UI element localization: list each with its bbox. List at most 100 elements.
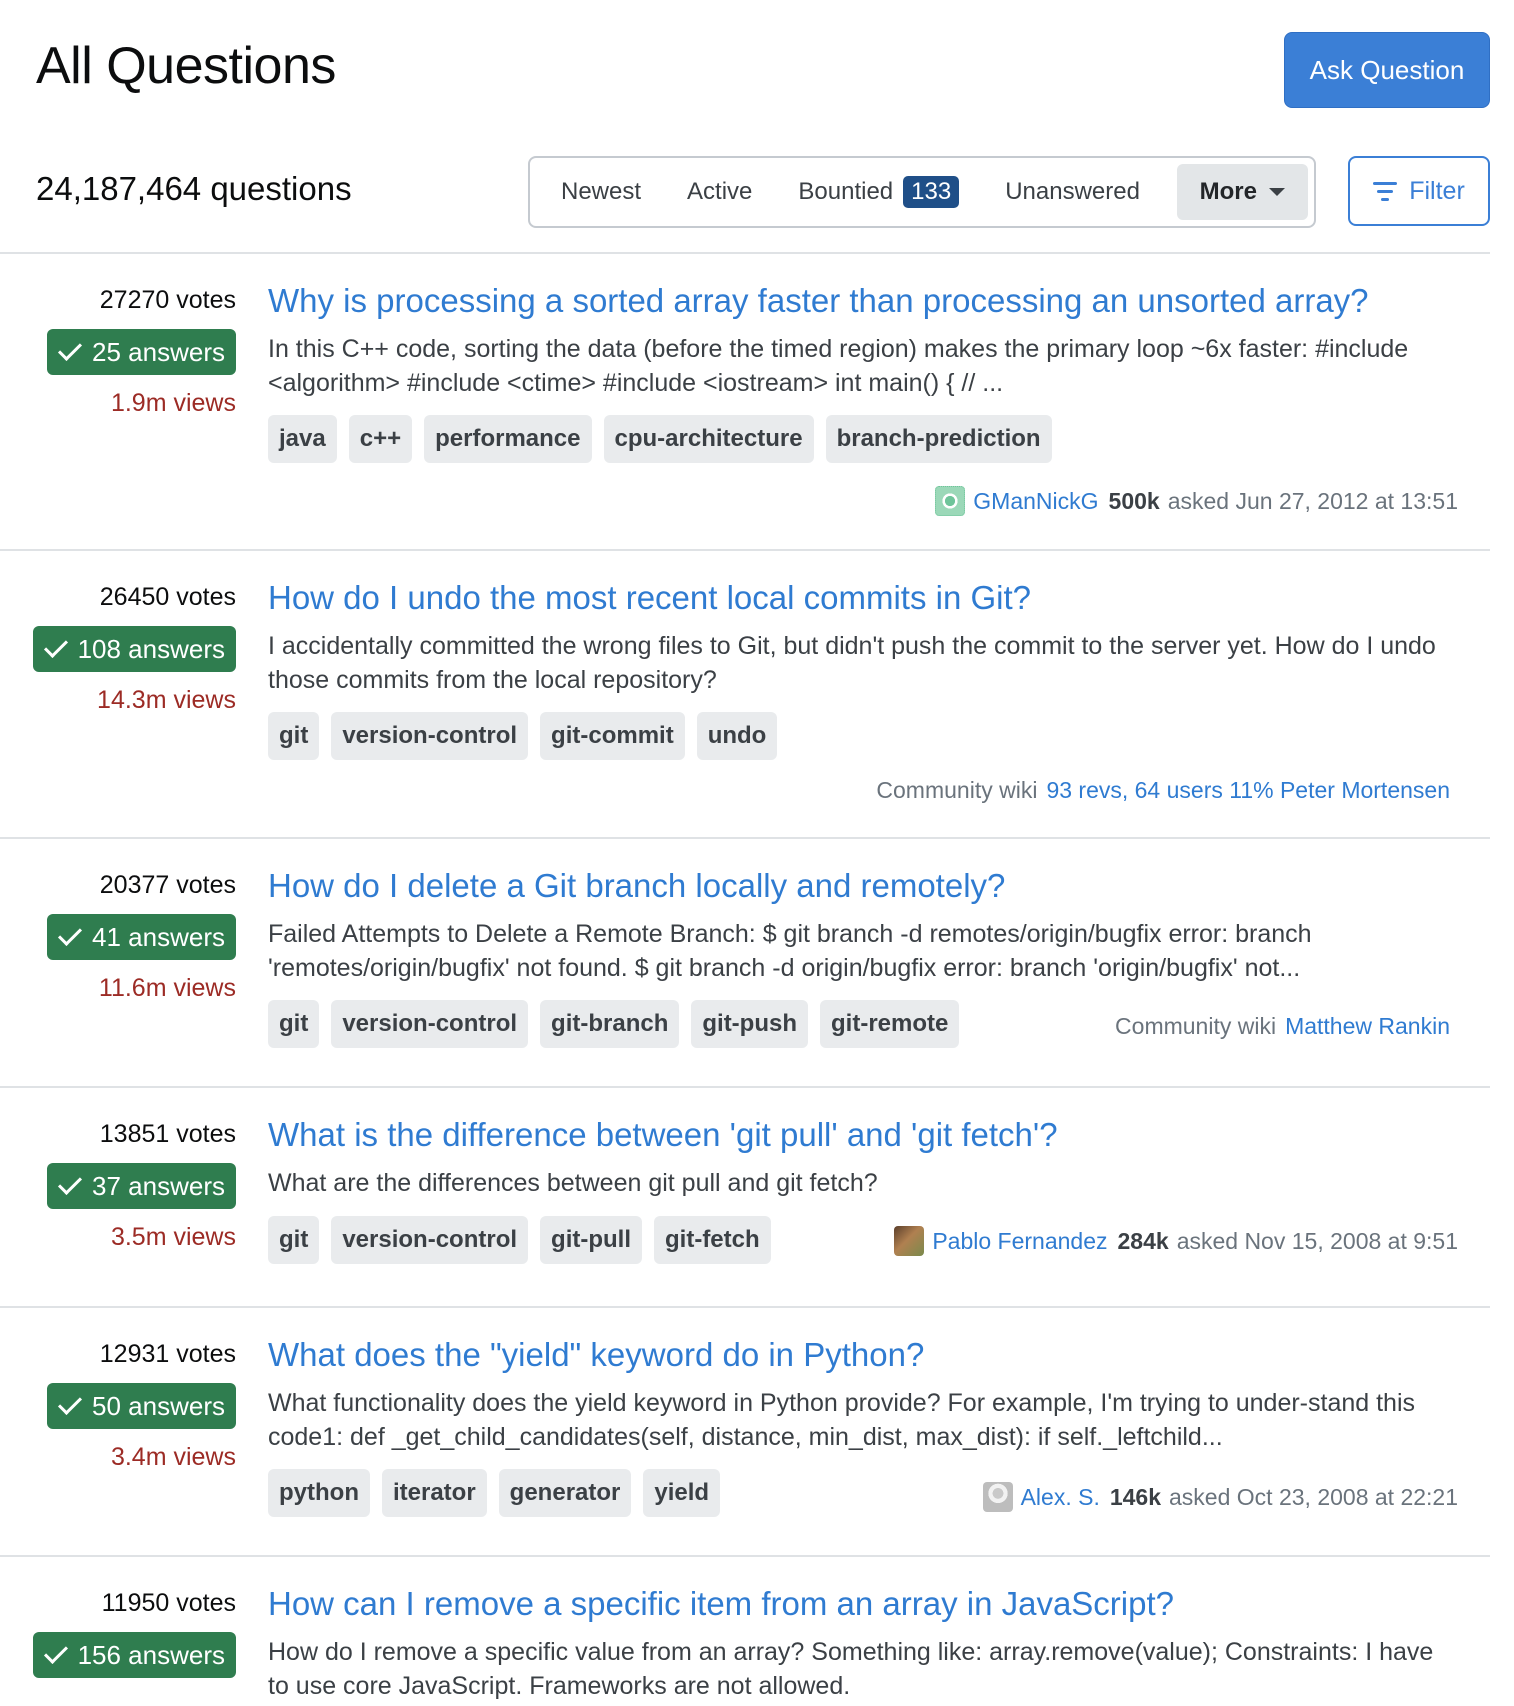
tag[interactable]: generator [498, 1469, 632, 1517]
asked-time: asked Nov 15, 2008 at 9:51 [1176, 1227, 1458, 1254]
question-title-link[interactable]: How do I undo the most recent local comm… [268, 579, 1031, 617]
question-stats: 27270 votes 25 answers 1.9m views [47, 286, 236, 418]
question-title-link[interactable]: What does the "yield" keyword do in Pyth… [268, 1336, 924, 1374]
user-link[interactable]: Alex. S. [1021, 1484, 1100, 1511]
question-stats: 12931 votes 50 answers 3.4m views [47, 1340, 236, 1472]
answer-count-badge: 50 answers [47, 1383, 236, 1429]
tab-more[interactable]: More [1176, 164, 1308, 220]
vote-count: 27270 votes [99, 286, 236, 314]
question-stats: 26450 votes 108 answers 14.3m views [32, 583, 236, 715]
tag[interactable]: version-control [331, 1216, 529, 1264]
chevron-down-icon [1269, 188, 1285, 196]
view-count: 3.4m views [110, 1443, 236, 1471]
tag[interactable]: undo [696, 712, 778, 760]
tag[interactable]: git-remote [820, 1000, 960, 1048]
avatar[interactable] [982, 1482, 1013, 1512]
question-stats: 11950 votes 156 answers [32, 1589, 236, 1678]
tag[interactable]: branch-prediction [825, 415, 1052, 463]
tag[interactable]: cpu-architecture [603, 415, 814, 463]
view-count: 11.6m views [98, 974, 236, 1002]
tab-unanswered-label: Unanswered [1005, 178, 1140, 205]
divider [0, 1306, 1490, 1308]
answer-count-label: 37 answers [92, 1170, 225, 1201]
answer-count-badge: 41 answers [47, 914, 236, 960]
question-excerpt: In this C++ code, sorting the data (befo… [268, 335, 1409, 397]
tag[interactable]: git-fetch [654, 1216, 771, 1264]
question-title-link[interactable]: What is the difference between 'git pull… [268, 1116, 1058, 1154]
question-title-link[interactable]: How do I delete a Git branch locally and… [268, 867, 1005, 905]
tag[interactable]: c++ [348, 415, 413, 463]
divider [0, 837, 1490, 839]
tag-list: git version-control git-pull git-fetch [268, 1216, 771, 1264]
ask-question-button[interactable]: Ask Question [1284, 32, 1490, 108]
tab-bountied-label: Bountied [798, 178, 894, 205]
question-stats: 13851 votes 37 answers 3.5m views [47, 1120, 236, 1252]
user-link[interactable]: Pablo Fernandez [932, 1228, 1107, 1255]
user-link[interactable]: Matthew Rankin [1285, 1013, 1450, 1040]
divider [0, 1555, 1490, 1557]
checkmark-icon [58, 1170, 83, 1196]
tag[interactable]: git-pull [540, 1216, 642, 1264]
tag-list: git version-control git-branch git-push … [268, 1000, 960, 1048]
tag[interactable]: yield [643, 1469, 721, 1517]
question-excerpt: What functionality does the yield keywor… [268, 1389, 1416, 1451]
question-title-link[interactable]: Why is processing a sorted array faster … [268, 282, 1369, 320]
filter-button[interactable]: Filter [1348, 156, 1490, 226]
checkmark-icon [58, 1390, 83, 1416]
view-count: 14.3m views [97, 686, 236, 714]
tab-newest[interactable]: Newest [538, 164, 664, 220]
tag[interactable]: git-branch [540, 1000, 680, 1048]
answer-count-label: 50 answers [92, 1390, 225, 1421]
sort-tabs: Newest Active Bountied 133 Unanswered Mo… [528, 156, 1316, 228]
tab-unanswered[interactable]: Unanswered [982, 164, 1163, 220]
tag-list: java c++ performance cpu-architecture br… [268, 415, 1052, 463]
question-stats: 20377 votes 41 answers 11.6m views [47, 871, 236, 1003]
revisions-link[interactable]: 93 revs, 64 users 11% Peter Mortensen [1046, 777, 1450, 804]
avatar[interactable] [894, 1226, 925, 1256]
question-count: 24,187,464 questions [36, 170, 352, 207]
vote-count: 20377 votes [99, 871, 236, 899]
avatar[interactable] [935, 486, 966, 516]
asked-time: asked Oct 23, 2008 at 22:21 [1169, 1483, 1458, 1510]
question-excerpt: I accidentally committed the wrong files… [268, 632, 1436, 694]
filter-lines-icon [1373, 181, 1398, 201]
tag[interactable]: git [268, 712, 320, 760]
tag[interactable]: performance [424, 415, 592, 463]
tag[interactable]: iterator [381, 1469, 487, 1517]
checkmark-icon [58, 336, 83, 362]
user-link[interactable]: GManNickG [973, 488, 1098, 515]
tag[interactable]: java [268, 415, 337, 463]
view-count: 3.5m views [110, 1223, 236, 1251]
vote-count: 13851 votes [99, 1120, 236, 1148]
tab-newest-label: Newest [561, 178, 642, 205]
bounty-count-badge: 133 [903, 176, 960, 208]
question-author: Alex. S. 146k asked Oct 23, 2008 at 22:2… [982, 1482, 1458, 1512]
reputation: 146k [1109, 1483, 1162, 1510]
answer-count-label: 156 answers [77, 1639, 225, 1670]
community-wiki-info: Community wiki Matthew Rankin [1115, 1013, 1450, 1040]
page-title: All Questions [36, 37, 336, 95]
tab-active[interactable]: Active [664, 164, 775, 220]
community-wiki-label: Community wiki [1115, 1013, 1277, 1039]
checkmark-icon [43, 633, 68, 659]
divider [0, 1086, 1490, 1088]
tag[interactable]: git-commit [540, 712, 685, 760]
answer-count-badge: 25 answers [47, 329, 236, 375]
tag[interactable]: git-push [691, 1000, 808, 1048]
answer-count-label: 108 answers [77, 633, 225, 664]
community-wiki-label: Community wiki [876, 777, 1038, 803]
question-excerpt: What are the differences between git pul… [268, 1169, 878, 1197]
tab-bountied[interactable]: Bountied 133 [775, 164, 982, 220]
reputation: 284k [1117, 1227, 1169, 1254]
tag-list: python iterator generator yield [268, 1469, 721, 1517]
vote-count: 12931 votes [99, 1340, 236, 1368]
tag[interactable]: version-control [331, 712, 529, 760]
tag[interactable]: version-control [331, 1000, 529, 1048]
tag-list: git version-control git-commit undo [268, 712, 778, 760]
tag[interactable]: git [268, 1000, 320, 1048]
tag[interactable]: python [268, 1469, 370, 1517]
answer-count-label: 25 answers [92, 336, 225, 367]
question-title-link[interactable]: How can I remove a specific item from an… [268, 1585, 1174, 1623]
reputation: 500k [1108, 487, 1160, 514]
tag[interactable]: git [268, 1216, 320, 1264]
